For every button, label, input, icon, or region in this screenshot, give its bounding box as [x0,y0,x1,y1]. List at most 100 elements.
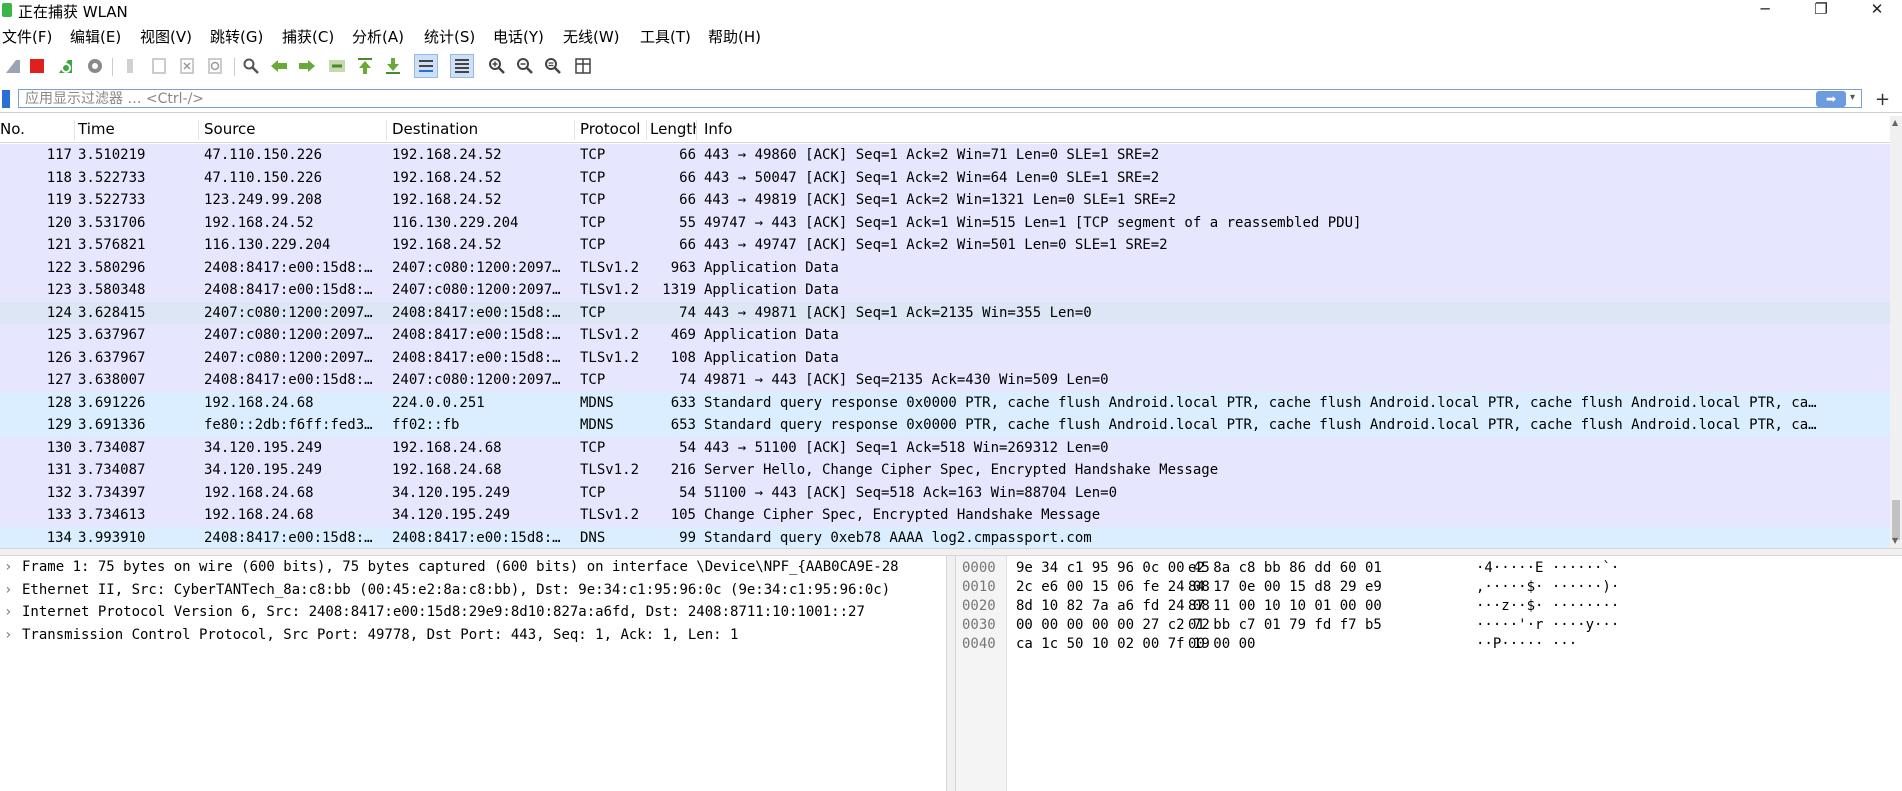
packet-source: fe80::2db:f6ff:fed3… [204,417,373,433]
resize-columns-icon[interactable] [574,57,592,75]
reload-file-icon[interactable] [206,57,224,75]
detail-row-tcp[interactable]: › Transmission Control Protocol, Src Port… [0,624,948,647]
packet-info: 443 → 49860 [ACK] Seq=1 Ack=2 Win=71 Len… [704,147,1160,163]
menu-file[interactable]: 文件(F) [2,26,52,47]
expand-arrow-icon[interactable]: › [4,579,12,602]
menu-telephony[interactable]: 电话(Y) [493,26,544,47]
pane-splitter-vertical[interactable] [946,556,956,791]
packet-no: 131 [46,462,72,478]
start-capture-fin-icon[interactable] [4,57,22,75]
hex-row[interactable]: 0020 8d 10 82 7a a6 fd 24 08 87 11 00 10 1… [956,597,1902,616]
column-header-protocol[interactable]: Protocol [580,120,647,140]
packet-row[interactable]: 127 3.638007 2408:8417:e00:15d8:… 2407:c080… [0,369,1890,392]
menu-analyze[interactable]: 分析(A) [352,26,404,47]
packet-row[interactable]: 118 3.522733 47.110.150.226 192.168.24.52 TC… [0,166,1890,189]
display-filter-input[interactable] [18,89,1862,108]
packet-info: Standard query response 0x0000 PTR, cach… [704,417,1817,433]
go-forward-icon[interactable] [298,57,316,75]
packet-time: 3.691226 [78,394,146,411]
packet-no: 127 [46,372,72,388]
packet-row[interactable]: 131 3.734087 34.120.195.249 192.168.24.68 TL… [0,459,1890,482]
packet-time: 3.734397 [78,484,146,501]
stop-capture-button[interactable] [28,57,46,75]
menu-tools[interactable]: 工具(T) [640,26,691,47]
packet-protocol: TLSv1.2 [580,349,640,366]
packet-row[interactable]: 128 3.691226 192.168.24.68 224.0.0.251 MDNS 6… [0,391,1890,414]
add-filter-button[interactable]: + [1875,89,1890,110]
go-first-packet-icon[interactable] [356,57,374,75]
menu-go[interactable]: 跳转(G) [210,26,263,47]
packet-row[interactable]: 117 3.510219 47.110.150.226 192.168.24.52 TC… [0,144,1890,167]
save-file-icon[interactable] [150,57,168,75]
packet-protocol: DNS [580,529,606,546]
auto-scroll-icon[interactable] [414,54,438,78]
menu-help[interactable]: 帮助(H) [708,26,761,47]
zoom-in-icon[interactable] [488,57,506,75]
packet-destination: 192.168.24.52 [392,192,502,208]
hex-row[interactable]: 0010 2c e6 00 15 06 fe 24 08 84 17 0e 00 1… [956,578,1902,597]
packet-list-scrollbar[interactable]: ▲ ▼ [1890,116,1902,548]
column-header-info[interactable]: Info [704,120,1884,140]
go-to-packet-icon[interactable] [328,57,346,75]
packet-destination: 2407:c080:1200:2097… [392,372,561,388]
capture-options-icon[interactable] [86,57,104,75]
close-button[interactable]: ✕ [1854,0,1900,20]
go-back-icon[interactable] [270,57,288,75]
menu-capture[interactable]: 捕获(C) [282,26,334,47]
packet-row[interactable]: 125 3.637967 2407:c080:1200:2097… 2408:8417… [0,324,1890,347]
maximize-button[interactable]: ❐ [1798,0,1844,20]
packet-source: 123.249.99.208 [204,192,323,208]
zoom-normal-icon[interactable] [544,57,562,75]
restart-capture-icon[interactable] [56,57,74,75]
packet-row[interactable]: 124 3.628415 2407:c080:1200:2097… 2408:8417… [0,301,1890,324]
zoom-out-icon[interactable] [516,57,534,75]
expand-arrow-icon[interactable]: › [4,601,12,624]
colorize-icon[interactable] [450,54,474,78]
packet-no: 122 [46,259,72,276]
hex-row[interactable]: 0000 9e 34 c1 95 96 0c 00 45 e2 8a c8 bb 8… [956,559,1902,578]
detail-row-frame[interactable]: › Frame 1: 75 bytes on wire (600 bits), 7… [0,556,948,579]
expand-arrow-icon[interactable]: › [4,624,12,647]
column-header-time[interactable]: Time [78,120,199,140]
packet-info: Change Cipher Spec, Encrypted Handshake … [704,507,1101,523]
menu-edit[interactable]: 编辑(E) [70,26,121,47]
menu-view[interactable]: 视图(V) [140,26,192,47]
open-file-icon[interactable] [122,57,140,75]
apply-filter-button[interactable]: ➡ [1816,91,1846,107]
column-header-length[interactable]: Length [650,120,697,140]
detail-row-ethernet[interactable]: › Ethernet II, Src: CyberTANTech_8a:c8:bb… [0,579,948,602]
packet-row[interactable]: 134 3.993910 2408:8417:e00:15d8:… 2408:8417… [0,526,1890,548]
packet-row[interactable]: 126 3.637967 2407:c080:1200:2097… 2408:8417… [0,346,1890,369]
filter-bookmark-icon[interactable] [2,90,10,108]
scroll-down-icon[interactable]: ▼ [1892,536,1898,545]
hex-row[interactable]: 0030 00 00 00 00 00 27 c2 72 01 bb c7 01 7… [956,616,1902,635]
scroll-up-icon[interactable]: ▲ [1892,118,1898,127]
pane-splitter-horizontal[interactable] [0,548,1902,556]
menu-statistics[interactable]: 统计(S) [424,26,475,47]
hex-row[interactable]: 0040 ca 1c 50 10 02 00 7f 19 00 00 00 ··P··… [956,635,1902,654]
packet-row[interactable]: 121 3.576821 116.130.229.204 192.168.24.52 T… [0,234,1890,257]
display-filter-bar: ➡ ▾ + [0,86,1902,113]
packet-length: 653 [670,417,696,433]
find-packet-icon[interactable] [242,57,260,75]
minimize-button[interactable]: ─ [1742,0,1788,20]
detail-row-ipv6[interactable]: › Internet Protocol Version 6, Src: 2408:… [0,601,948,624]
packet-row[interactable]: 132 3.734397 192.168.24.68 34.120.195.249 TC… [0,481,1890,504]
column-header-destination[interactable]: Destination [392,120,575,140]
go-last-packet-icon[interactable] [384,57,402,75]
packet-row[interactable]: 122 3.580296 2408:8417:e00:15d8:… 2407:c080… [0,256,1890,279]
packet-row[interactable]: 119 3.522733 123.249.99.208 192.168.24.52 TC… [0,189,1890,212]
packet-row[interactable]: 123 3.580348 2408:8417:e00:15d8:… 2407:c080… [0,279,1890,302]
close-file-icon[interactable] [178,57,196,75]
packet-row[interactable]: 120 3.531706 192.168.24.52 116.130.229.204 T… [0,211,1890,234]
scrollbar-thumb[interactable] [1892,500,1900,540]
packet-row[interactable]: 130 3.734087 34.120.195.249 192.168.24.68 TC… [0,436,1890,459]
column-header-source[interactable]: Source [204,120,387,140]
expand-arrow-icon[interactable]: › [4,556,12,579]
column-header-no[interactable]: No. [0,120,75,140]
menu-wireless[interactable]: 无线(W) [563,26,620,47]
packet-row[interactable]: 129 3.691336 fe80::2db:f6ff:fed3… ff02::fb M… [0,414,1890,437]
filter-history-dropdown[interactable]: ▾ [1850,92,1862,103]
packet-source: 34.120.195.249 [204,462,323,478]
packet-row[interactable]: 133 3.734613 192.168.24.68 34.120.195.249 TL… [0,504,1890,527]
